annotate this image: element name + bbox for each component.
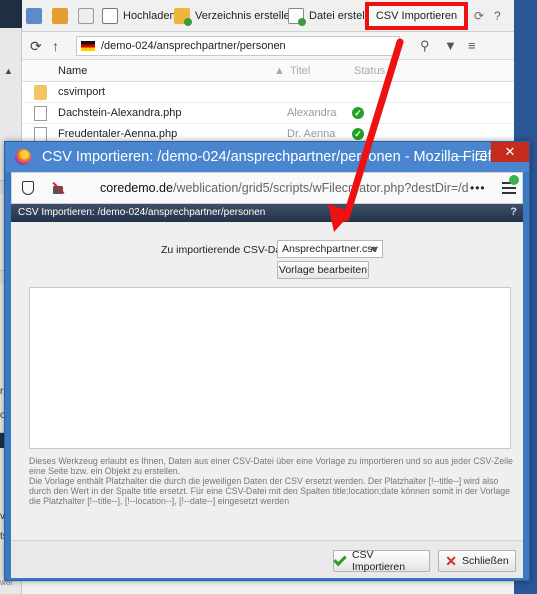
- column-status[interactable]: Status: [354, 65, 385, 77]
- window-close-button[interactable]: ✕: [491, 142, 529, 162]
- window-titlebar[interactable]: CSV Importieren: /demo-024/ansprechpartn…: [5, 142, 529, 172]
- url-text[interactable]: coredemo.de/weblication/grid5/scripts/wF…: [100, 181, 468, 195]
- csv-import-button-label: CSV Importieren: [351, 549, 406, 573]
- binoculars-icon[interactable]: ⚲: [420, 38, 430, 54]
- file-name: Freudentaler-Aenna.php: [58, 128, 178, 140]
- maximize-icon: [476, 150, 486, 160]
- csv-file-label: Zu importierende CSV-Datei: [161, 244, 293, 256]
- page-actions-icon[interactable]: •••: [470, 181, 486, 195]
- csv-import-dialog: CSV Importieren: /demo-024/ansprechpartn…: [11, 204, 523, 578]
- close-x-icon: ✕: [445, 553, 458, 569]
- dialog-title: CSV Importieren: /demo-024/ansprechpartn…: [18, 207, 266, 218]
- filter-icon[interactable]: ▼: [444, 38, 457, 53]
- settings-icon: [26, 8, 42, 24]
- dialog-footer: CSV Importieren ✕ Schließen: [11, 540, 523, 578]
- close-button-label: Schließen: [462, 555, 509, 567]
- firefox-popup-window: CSV Importieren: /demo-024/ansprechpartn…: [4, 141, 530, 581]
- url-host: coredemo.de: [100, 181, 173, 195]
- column-name[interactable]: Name: [58, 65, 87, 77]
- file-name: Dachstein-Alexandra.php: [58, 107, 182, 119]
- file-icon: [34, 127, 47, 142]
- path-bar: ⟳ ↑ /demo-024/ansprechpartner/personen ⚲…: [22, 32, 514, 60]
- list-view-icon[interactable]: ≡: [468, 38, 476, 53]
- upload-label: Hochladen: [123, 10, 176, 22]
- window-title: CSV Importieren: /demo-024/ansprechpartn…: [42, 149, 508, 165]
- status-ok-icon: ✓: [352, 128, 364, 140]
- sync-icon[interactable]: ⟳: [474, 9, 484, 23]
- new-folder-button[interactable]: Verzeichnis erstellen: [174, 7, 296, 26]
- preview-area: [29, 287, 511, 449]
- folder-icon: [34, 85, 47, 100]
- csv-file-select[interactable]: Ansprechpartner.csv: [277, 240, 383, 258]
- help-icon[interactable]: ?: [510, 206, 517, 218]
- file-title: Dr. Aenna: [287, 128, 336, 140]
- minimize-icon: —: [452, 147, 466, 163]
- left-panel-header: [0, 0, 22, 28]
- help-text-paragraph-1: Dieses Werkzeug erlaubt es Ihnen, Daten …: [29, 456, 513, 476]
- update-badge-icon: [509, 175, 519, 185]
- shield-icon[interactable]: [22, 181, 34, 195]
- csv-import-toolbar-button[interactable]: CSV Importieren: [365, 2, 468, 30]
- close-button[interactable]: ✕ Schließen: [438, 550, 516, 572]
- status-ok-icon: ✓: [352, 107, 364, 119]
- file-list-header: Name ▲ Titel Status: [22, 60, 514, 82]
- upload-icon: [102, 8, 118, 24]
- toolbar-icon-3[interactable]: [78, 7, 99, 25]
- file-title: Alexandra: [287, 107, 337, 119]
- csv-import-toolbar-label: CSV Importieren: [375, 10, 458, 22]
- maximize-button[interactable]: [471, 144, 491, 166]
- new-folder-label: Verzeichnis erstellen: [195, 10, 296, 22]
- dialog-header: CSV Importieren: /demo-024/ansprechpartn…: [11, 204, 523, 222]
- toolbar-icon-1[interactable]: [26, 7, 47, 25]
- url-bar[interactable]: coredemo.de/weblication/grid5/scripts/wF…: [11, 172, 523, 204]
- help-icon[interactable]: ?: [494, 9, 501, 23]
- refresh-icon[interactable]: ⟳: [30, 38, 42, 55]
- up-arrow-icon[interactable]: ↑: [52, 38, 59, 54]
- main-toolbar: Hochladen Verzeichnis erstellen Datei er…: [22, 0, 514, 32]
- new-folder-icon: [174, 8, 192, 26]
- path-input[interactable]: /demo-024/ansprechpartner/personen: [76, 36, 400, 56]
- scroll-up-icon[interactable]: ▲: [4, 66, 16, 78]
- edit-template-button[interactable]: Vorlage bearbeiten: [277, 261, 369, 279]
- url-path: /weblication/grid5/scripts/wFilecreator.…: [172, 181, 468, 195]
- toolbar-icon-2[interactable]: [52, 7, 73, 25]
- file-row[interactable]: Dachstein-Alexandra.php Alexandra ✓: [22, 103, 514, 124]
- help-text-paragraph-2: Die Vorlage enthält Platzhalter die durc…: [29, 476, 510, 506]
- german-flag-icon: [81, 41, 95, 51]
- close-icon: ✕: [504, 144, 516, 159]
- file-row[interactable]: csvimport: [22, 82, 514, 103]
- new-file-icon: [288, 8, 306, 26]
- file-icon: [34, 106, 47, 121]
- back-icon: [78, 8, 94, 24]
- csv-file-selected: Ansprechpartner.csv: [282, 243, 378, 255]
- chevron-down-icon: [370, 247, 378, 252]
- help-text: Dieses Werkzeug erlaubt es Ihnen, Daten …: [29, 456, 515, 506]
- check-icon: [333, 552, 347, 567]
- column-title[interactable]: Titel: [290, 65, 310, 77]
- minimize-button[interactable]: —: [449, 144, 469, 166]
- upload-button[interactable]: Hochladen: [102, 7, 176, 25]
- sort-icon: ▲: [274, 65, 285, 77]
- insecure-lock-icon[interactable]: [52, 181, 64, 194]
- firefox-logo-icon: [15, 149, 31, 165]
- file-name: csvimport: [58, 86, 106, 98]
- gear-icon: [52, 8, 68, 24]
- path-text: /demo-024/ansprechpartner/personen: [101, 40, 286, 52]
- csv-import-button[interactable]: CSV Importieren: [333, 549, 430, 573]
